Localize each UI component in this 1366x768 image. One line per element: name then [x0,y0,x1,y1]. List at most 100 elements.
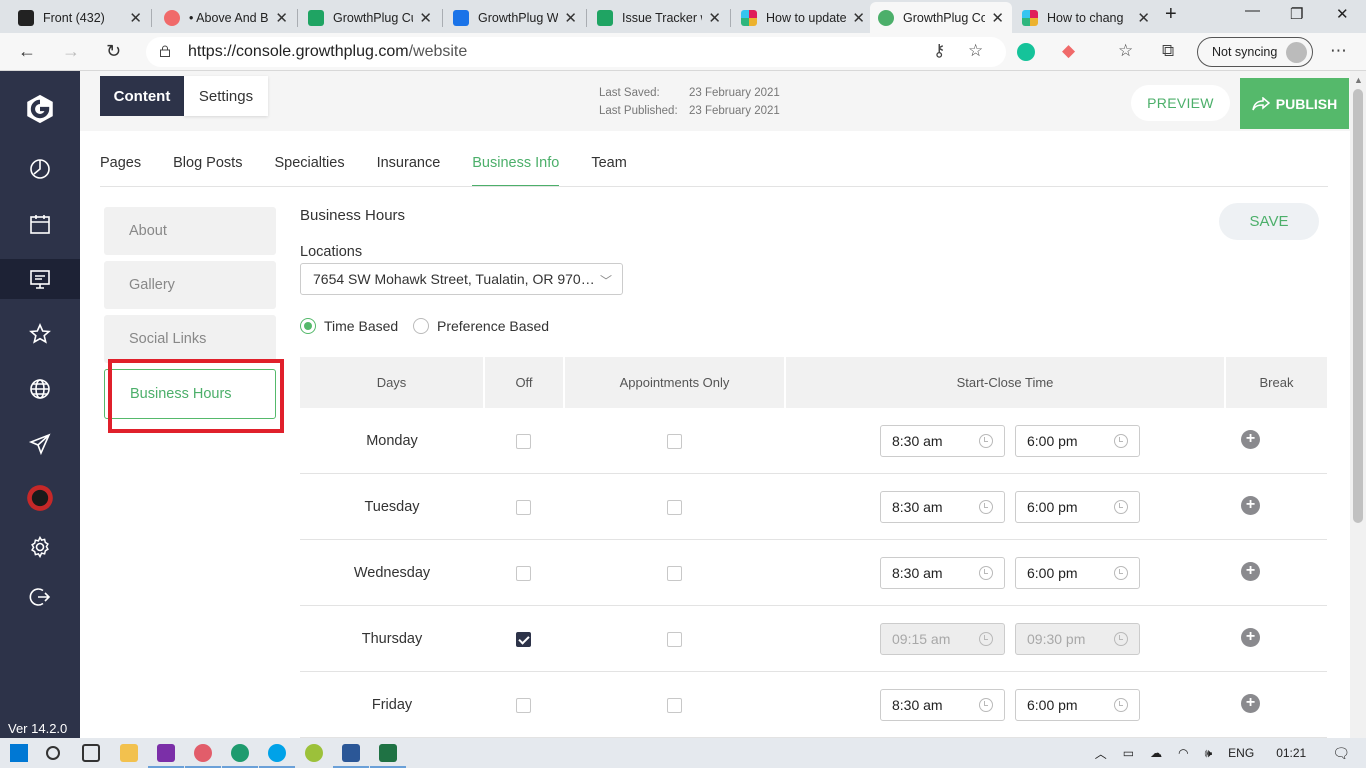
close-time-input[interactable]: 09:30 pm [1015,623,1140,655]
globe-icon[interactable] [0,369,80,409]
tab-business-info[interactable]: Business Info [472,155,560,187]
send-icon[interactable] [0,424,80,464]
close-tab-icon[interactable]: ✕ [129,9,142,27]
extension-icon[interactable]: ◆ [1062,41,1075,61]
start-time-input[interactable]: 09:15 am [880,623,1005,655]
wifi-icon[interactable]: ◠ [1178,746,1188,760]
browser-tab[interactable]: Issue Tracker w ✕ [589,2,729,33]
chrome-icon[interactable] [305,744,323,762]
skype-icon[interactable] [259,744,295,768]
more-menu-icon[interactable]: ⋯ [1330,41,1347,61]
search-icon[interactable] [46,746,60,760]
tab-pages[interactable]: Pages [100,155,141,187]
close-tab-icon[interactable]: ✕ [419,9,432,27]
location-select[interactable]: 7654 SW Mohawk Street, Tualatin, OR 970…… [300,263,623,295]
favorite-add-icon[interactable]: ☆ [968,41,983,61]
close-tab-icon[interactable]: ✕ [275,9,288,27]
appointments-only-checkbox[interactable] [667,698,682,713]
task-view-icon[interactable] [82,744,100,762]
start-time-input[interactable]: 8:30 am [880,689,1005,721]
dashboard-icon[interactable] [0,149,80,189]
tray-chevron-up-icon[interactable]: ︿ [1095,745,1107,762]
close-tab-icon[interactable]: ✕ [852,9,865,27]
close-time-input[interactable]: 6:00 pm [1015,491,1140,523]
battery-icon[interactable]: ▭ [1123,746,1134,760]
onenote-icon[interactable] [148,744,184,768]
publish-button[interactable]: PUBLISH [1240,78,1349,129]
new-tab-icon[interactable]: + [1165,3,1177,26]
close-window-icon[interactable]: ✕ [1336,5,1349,23]
volume-icon[interactable]: 🕪 [1205,746,1213,761]
add-break-icon[interactable]: + [1241,430,1260,449]
forward-icon[interactable]: → [62,41,80,62]
settings-mode-tab[interactable]: Settings [184,76,268,116]
restore-icon[interactable]: ❐ [1290,5,1303,23]
browser-tab[interactable]: • Above And B ✕ [156,2,296,33]
off-checkbox[interactable] [516,500,531,515]
gear-icon[interactable] [0,527,80,567]
add-break-icon[interactable]: + [1241,562,1260,581]
tab-specialties[interactable]: Specialties [274,155,344,187]
close-tab-icon[interactable]: ✕ [991,9,1004,27]
start-time-input[interactable]: 8:30 am [880,491,1005,523]
tab-insurance[interactable]: Insurance [377,155,441,187]
appointments-only-checkbox[interactable] [667,566,682,581]
content-mode-tab[interactable]: Content [100,76,184,116]
excel-icon[interactable] [370,744,406,768]
back-icon[interactable]: ← [18,41,36,62]
page-scrollbar[interactable]: ▲ [1350,71,1366,738]
growthplug-logo-icon[interactable] [0,87,80,131]
close-tab-icon[interactable]: ✕ [1137,9,1150,27]
edge-icon[interactable] [222,744,258,768]
browser-tab[interactable]: How to update ✕ [733,2,873,33]
close-time-input[interactable]: 6:00 pm [1015,689,1140,721]
windows-start-icon[interactable] [10,744,28,762]
profile-sync-button[interactable]: Not syncing [1197,37,1313,67]
off-checkbox[interactable] [516,698,531,713]
refresh-icon[interactable]: ↻ [106,41,121,62]
collections-icon[interactable]: ⧉ [1162,41,1174,61]
start-time-input[interactable]: 8:30 am [880,557,1005,589]
side-nav-about[interactable]: About [104,207,276,255]
url-bar[interactable]: https://console.growthplug.com/website [146,37,1006,67]
add-break-icon[interactable]: + [1241,694,1260,713]
file-explorer-icon[interactable] [120,744,138,762]
grammarly-icon[interactable] [1017,43,1035,61]
browser-tab[interactable]: Front (432) ✕ [10,2,150,33]
appointments-only-checkbox[interactable] [667,434,682,449]
clock[interactable]: 01:21 [1276,746,1306,760]
star-icon[interactable] [0,314,80,354]
snipping-tool-icon[interactable] [185,744,221,768]
calendar-icon[interactable] [0,204,80,244]
radio-preference-based[interactable]: Preference Based [413,318,549,334]
add-break-icon[interactable]: + [1241,496,1260,515]
add-break-icon[interactable]: + [1241,628,1260,647]
close-tab-icon[interactable]: ✕ [708,9,721,27]
radio-time-based[interactable]: Time Based [300,318,398,334]
off-checkbox[interactable] [516,632,531,647]
browser-tab[interactable]: GrowthPlug W ✕ [445,2,585,33]
close-time-input[interactable]: 6:00 pm [1015,425,1140,457]
browser-tab[interactable]: How to chang ✕ [1014,2,1158,33]
favorites-icon[interactable]: ☆ [1118,41,1133,61]
side-nav-social-links[interactable]: Social Links [104,315,276,363]
user-avatar-icon[interactable] [0,478,80,518]
browser-tab[interactable]: GrowthPlug Cu ✕ [300,2,440,33]
website-icon[interactable] [0,259,80,299]
word-icon[interactable] [333,744,369,768]
tab-team[interactable]: Team [591,155,626,187]
onedrive-icon[interactable]: ☁ [1150,746,1162,760]
close-time-input[interactable]: 6:00 pm [1015,557,1140,589]
scroll-thumb[interactable] [1353,89,1363,523]
off-checkbox[interactable] [516,434,531,449]
appointments-only-checkbox[interactable] [667,500,682,515]
tab-blog-posts[interactable]: Blog Posts [173,155,242,187]
logout-icon[interactable] [0,577,80,617]
scroll-up-icon[interactable]: ▲ [1354,75,1363,85]
side-nav-gallery[interactable]: Gallery [104,261,276,309]
key-icon[interactable]: ⚷ [933,41,945,61]
appointments-only-checkbox[interactable] [667,632,682,647]
notification-icon[interactable]: 🗨 [1332,745,1350,762]
browser-tab-active[interactable]: GrowthPlug Co ✕ [870,2,1012,33]
keyboard-language[interactable]: ENG [1228,746,1254,760]
